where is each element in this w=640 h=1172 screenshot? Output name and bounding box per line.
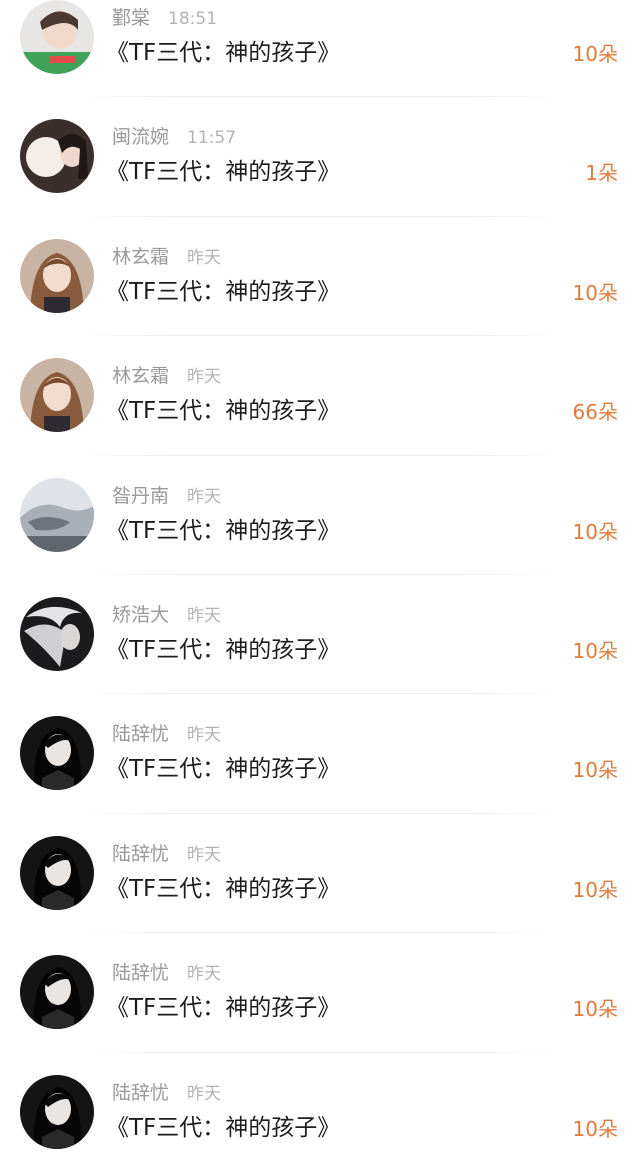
avatar-photo-icon <box>20 358 94 433</box>
user-name-line: 鄞棠 18:51 <box>112 6 217 31</box>
user-name[interactable]: 陆辞忧 <box>112 1082 169 1104</box>
list-item[interactable]: 陆辞忧 昨天 《TF三代：神的孩子》 10朵 <box>0 933 640 1053</box>
avatar-photo-icon <box>20 0 94 74</box>
user-name[interactable]: 林玄霜 <box>112 246 169 268</box>
user-name[interactable]: 陆辞忧 <box>112 843 169 865</box>
avatar-photo-icon <box>20 955 94 1030</box>
gift-count: 1朵 <box>585 161 618 186</box>
list-item[interactable]: 林玄霜 昨天 《TF三代：神的孩子》 66朵 <box>0 336 640 456</box>
avatar[interactable] <box>20 238 94 313</box>
user-name-line: 昝丹南 昨天 <box>112 484 221 509</box>
list-item[interactable]: 陆辞忧 昨天 《TF三代：神的孩子》 10朵 <box>0 694 640 814</box>
list-item[interactable]: 昝丹南 昨天 《TF三代：神的孩子》 10朵 <box>0 456 640 575</box>
gift-count: 66朵 <box>572 400 618 425</box>
user-name-line: 陆辞忧 昨天 <box>112 842 221 867</box>
user-name-line: 闽流婉 11:57 <box>112 125 236 150</box>
user-name-line: 林玄霜 昨天 <box>112 245 221 270</box>
list-item[interactable]: 陆辞忧 昨天 《TF三代：神的孩子》 10朵 <box>0 814 640 934</box>
work-title[interactable]: 《TF三代：神的孩子》 <box>106 396 340 426</box>
timestamp: 昨天 <box>187 964 222 985</box>
work-title[interactable]: 《TF三代：神的孩子》 <box>106 993 340 1023</box>
avatar[interactable] <box>20 119 94 194</box>
timestamp: 昨天 <box>187 486 222 507</box>
user-name[interactable]: 闽流婉 <box>112 126 169 148</box>
avatar-photo-icon <box>20 1074 94 1149</box>
user-name[interactable]: 陆辞忧 <box>112 962 169 984</box>
user-name-line: 矫浩大 昨天 <box>112 603 221 628</box>
avatar[interactable] <box>20 477 94 552</box>
timestamp: 昨天 <box>187 1083 222 1104</box>
work-title[interactable]: 《TF三代：神的孩子》 <box>106 874 340 904</box>
avatar[interactable] <box>20 0 94 74</box>
avatar[interactable] <box>20 596 94 671</box>
timestamp: 18:51 <box>168 9 218 29</box>
gift-count: 10朵 <box>572 519 618 544</box>
gift-count: 10朵 <box>572 280 618 305</box>
avatar-anime-icon <box>20 477 94 552</box>
timestamp: 昨天 <box>187 605 222 626</box>
gift-count: 10朵 <box>572 638 618 663</box>
gift-record-list: 鄞棠 18:51 《TF三代：神的孩子》 10朵 闽流婉 11:57 《TF三代：神… <box>0 0 640 1172</box>
timestamp: 昨天 <box>187 844 222 865</box>
work-title[interactable]: 《TF三代：神的孩子》 <box>106 754 340 784</box>
gift-count: 10朵 <box>572 877 618 902</box>
timestamp: 昨天 <box>187 367 222 388</box>
user-name-line: 林玄霜 昨天 <box>112 364 221 389</box>
user-name-line: 陆辞忧 昨天 <box>112 1081 221 1106</box>
work-title[interactable]: 《TF三代：神的孩子》 <box>106 157 340 187</box>
work-title[interactable]: 《TF三代：神的孩子》 <box>106 516 340 546</box>
avatar[interactable] <box>20 358 94 433</box>
work-title[interactable]: 《TF三代：神的孩子》 <box>106 1113 340 1143</box>
timestamp: 昨天 <box>187 725 222 746</box>
user-name[interactable]: 矫浩大 <box>112 604 169 626</box>
list-item[interactable]: 鄞棠 18:51 《TF三代：神的孩子》 10朵 <box>0 0 640 98</box>
avatar-anime-icon <box>20 596 94 671</box>
work-title[interactable]: 《TF三代：神的孩子》 <box>106 38 340 68</box>
gift-count: 10朵 <box>572 1116 618 1141</box>
avatar[interactable] <box>20 1074 94 1149</box>
list-item[interactable]: 林玄霜 昨天 《TF三代：神的孩子》 10朵 <box>0 217 640 337</box>
list-item[interactable]: 矫浩大 昨天 《TF三代：神的孩子》 10朵 <box>0 575 640 695</box>
user-name[interactable]: 鄞棠 <box>112 7 150 29</box>
user-name[interactable]: 林玄霜 <box>112 365 169 387</box>
user-name[interactable]: 陆辞忧 <box>112 723 169 745</box>
work-title[interactable]: 《TF三代：神的孩子》 <box>106 277 340 307</box>
timestamp: 昨天 <box>187 247 222 268</box>
gift-count: 10朵 <box>572 997 618 1022</box>
avatar-photo-icon <box>20 835 94 910</box>
user-name[interactable]: 昝丹南 <box>112 485 169 507</box>
avatar[interactable] <box>20 835 94 910</box>
avatar[interactable] <box>20 716 94 791</box>
avatar-photo-icon <box>20 119 94 194</box>
list-item[interactable]: 闽流婉 11:57 《TF三代：神的孩子》 1朵 <box>0 97 640 217</box>
work-title[interactable]: 《TF三代：神的孩子》 <box>106 635 340 665</box>
timestamp: 11:57 <box>187 128 237 149</box>
avatar-photo-icon <box>20 238 94 313</box>
avatar-photo-icon <box>20 716 94 791</box>
user-name-line: 陆辞忧 昨天 <box>112 961 221 986</box>
user-name-line: 陆辞忧 昨天 <box>112 722 221 747</box>
gift-count: 10朵 <box>572 758 618 783</box>
avatar[interactable] <box>20 955 94 1030</box>
gift-count: 10朵 <box>572 42 618 66</box>
list-item[interactable]: 陆辞忧 昨天 《TF三代：神的孩子》 10朵 <box>0 1053 640 1172</box>
